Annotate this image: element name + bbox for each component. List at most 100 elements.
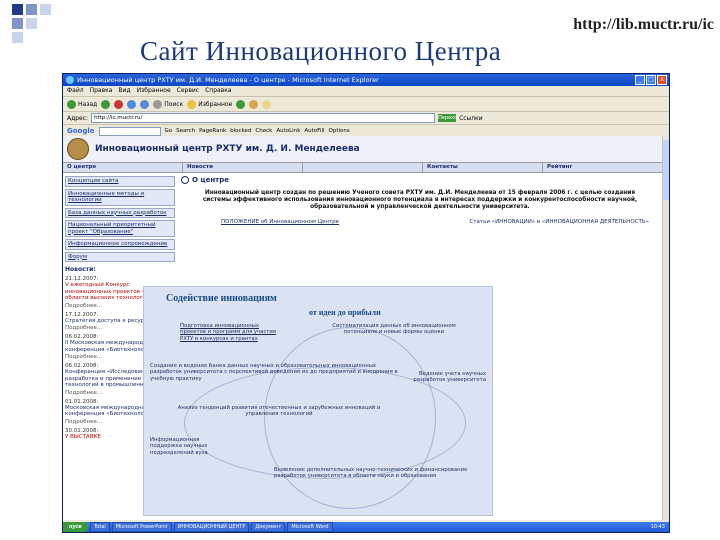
nav-contacts[interactable]: Контакты — [423, 163, 543, 172]
sidebar-item-info-support[interactable]: Информационное сопровождение — [65, 239, 175, 250]
window-titlebar: Инновационный центр РХТУ им. Д.И. Мендел… — [63, 74, 669, 86]
diagram-block: Информационная поддержка научных подразд… — [150, 437, 208, 456]
links-label[interactable]: Ссылки — [459, 115, 483, 122]
maximize-button[interactable]: □ — [646, 75, 656, 85]
diagram-subtitle: от идеи до прибыли — [309, 308, 381, 317]
taskbar-clock: 10:43 — [650, 524, 665, 530]
page-content: Инновационный центр РХТУ им. Д. И. Менде… — [63, 136, 663, 520]
site-nav: О центре Новости Контакты Рейтинг — [63, 163, 663, 173]
deco-square — [12, 18, 23, 29]
main-links: ПОЛОЖЕНИЕ об Инновационном Центре Статьи… — [221, 219, 649, 226]
main-heading: О центре — [181, 176, 659, 184]
sidebar-item-database[interactable]: База данных научных разработок — [65, 207, 175, 218]
toolbar: Назад Поиск Избранное — [63, 97, 669, 112]
slide-decoration — [0, 0, 60, 60]
diagram-block: Подготовка инновационных проектов и прог… — [180, 323, 276, 342]
ie-icon — [66, 76, 74, 84]
google-check-item[interactable]: Check — [255, 128, 272, 134]
back-arrow-icon — [67, 99, 76, 109]
folder-icon[interactable] — [262, 99, 272, 109]
google-autofill-item[interactable]: AutoFill — [304, 128, 324, 134]
favorites-label: Избранное — [198, 100, 233, 108]
menu-edit[interactable]: Правка — [90, 86, 113, 96]
site-title: Инновационный центр РХТУ им. Д. И. Менде… — [95, 144, 360, 154]
home-icon[interactable] — [140, 99, 150, 109]
deco-square — [40, 4, 51, 15]
favorites-button[interactable]: Избранное — [187, 99, 233, 109]
deco-square — [26, 18, 37, 29]
google-search-input[interactable] — [98, 126, 161, 136]
sidebar-item-concept[interactable]: Концепция сайта — [65, 176, 175, 187]
minimize-button[interactable]: _ — [635, 75, 645, 85]
menu-file[interactable]: Файл — [67, 86, 84, 96]
search-button[interactable]: Поиск — [153, 99, 184, 109]
deco-square — [26, 4, 37, 15]
main-column: О центре Инновационный центр создан по р… — [181, 176, 659, 226]
browser-window: Инновационный центр РХТУ им. Д.И. Мендел… — [62, 73, 670, 533]
google-search-item[interactable]: Search — [176, 128, 195, 134]
sidebar-item-national-project[interactable]: Национальный приоритетный проект "Образо… — [65, 220, 175, 237]
menu-tools[interactable]: Сервис — [177, 86, 199, 96]
close-button[interactable]: x — [657, 75, 667, 85]
back-button[interactable]: Назад — [67, 99, 98, 109]
taskbar: пуск Total Microsoft PowerPoint ИННОВАЦИ… — [63, 522, 669, 532]
scrollbar-thumb[interactable] — [663, 140, 669, 200]
innovation-diagram: Содействие инновациям от идеи до прибыли… — [143, 286, 493, 516]
diagram-title: Содействие инновациям — [166, 293, 277, 304]
stop-icon[interactable] — [114, 99, 124, 109]
media-icon[interactable] — [236, 99, 246, 109]
intro-text: Инновационный центр создан по решению Уч… — [202, 190, 638, 210]
search-icon — [153, 99, 163, 109]
taskbar-item[interactable]: Документ — [251, 522, 286, 532]
google-go-button[interactable]: Go — [165, 128, 173, 134]
refresh-icon[interactable] — [127, 99, 137, 109]
forward-arrow-icon[interactable] — [101, 99, 111, 109]
google-autolink-item[interactable]: AutoLink — [276, 128, 300, 134]
address-bar: Адрес: http://ic.muctr.ru/ Переход Ссылк… — [63, 112, 669, 125]
menu-help[interactable]: Справка — [205, 86, 231, 96]
history-icon[interactable] — [249, 99, 259, 109]
regulation-link[interactable]: ПОЛОЖЕНИЕ об Инновационном Центре — [221, 219, 339, 226]
google-options-item[interactable]: Options — [329, 128, 350, 134]
news-heading: Новости: — [65, 266, 96, 273]
bullet-icon — [181, 176, 189, 184]
site-header: Инновационный центр РХТУ им. Д. И. Менде… — [63, 136, 663, 163]
start-button[interactable]: пуск — [63, 522, 89, 532]
menu-bar: Файл Правка Вид Избранное Сервис Справка — [63, 86, 669, 97]
taskbar-item[interactable]: Total — [90, 522, 110, 532]
sidebar-item-methods[interactable]: Инновационные методы и технологии — [65, 188, 175, 206]
menu-view[interactable]: Вид — [118, 86, 130, 96]
nav-empty — [303, 163, 423, 172]
slide-url: http://lib.muctr.ru/ic — [573, 16, 714, 33]
diagram-block: Создание и ведение Банка данных научных … — [150, 363, 398, 382]
diagram-block: Ведение учета научных разработок универс… — [413, 371, 486, 384]
slide-title: Сайт Инновационного Центра — [140, 36, 502, 66]
google-logo[interactable]: Google — [67, 127, 95, 135]
articles-link[interactable]: Статьи «ИННОВАЦИИ» в «ИННОВАЦИОННАЯ ДЕЯТ… — [470, 219, 649, 226]
nav-news[interactable]: Новости — [183, 163, 303, 172]
diagram-block: Систематизация данных об инновационном п… — [332, 323, 456, 336]
diagram-block: Выявление дополнительных научно-техничес… — [274, 467, 468, 480]
go-button[interactable]: Переход — [438, 114, 461, 122]
taskbar-item[interactable]: ИННОВАЦИОННЫЙ ЦЕНТР — [173, 522, 250, 532]
address-input[interactable]: http://ic.muctr.ru/ — [91, 113, 436, 123]
star-icon — [187, 99, 197, 109]
diagram-block: Анализ тенденций развития отечественных … — [177, 405, 381, 418]
back-label: Назад — [78, 100, 98, 108]
address-label: Адрес: — [67, 114, 89, 122]
menu-favorites[interactable]: Избранное — [137, 86, 171, 96]
university-logo[interactable] — [67, 138, 89, 160]
main-heading-text: О центре — [192, 176, 229, 184]
google-pagerank-item[interactable]: PageRank — [199, 128, 226, 134]
search-label: Поиск — [164, 100, 184, 108]
deco-square — [12, 32, 23, 43]
taskbar-item[interactable]: Microsoft PowerPoint — [111, 522, 172, 532]
deco-square — [12, 4, 23, 15]
sidebar-item-forum[interactable]: Форум — [65, 251, 175, 262]
window-title: Инновационный центр РХТУ им. Д.И. Мендел… — [77, 76, 379, 84]
page-scrollbar[interactable] — [662, 136, 669, 520]
google-blocked-item[interactable]: blocked — [230, 128, 251, 134]
taskbar-item[interactable]: Microsoft Word — [287, 522, 333, 532]
nav-about[interactable]: О центре — [63, 163, 183, 172]
nav-rating[interactable]: Рейтинг — [543, 163, 663, 172]
